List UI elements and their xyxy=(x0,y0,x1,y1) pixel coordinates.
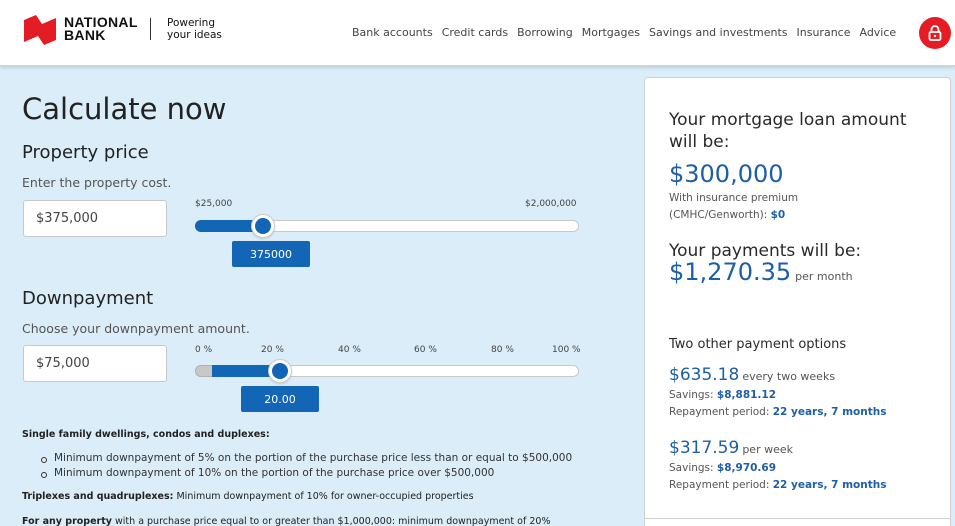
single-family-note: Single family dwellings, condos and dupl… xyxy=(22,429,270,440)
biweekly-period: Repayment period: 22 years, 7 months xyxy=(669,404,886,420)
nav-mortgages[interactable]: Mortgages xyxy=(582,26,640,39)
downpayment-input[interactable] xyxy=(23,345,167,382)
main-nav: Bank accounts Credit cards Borrowing Mor… xyxy=(352,26,905,39)
triplex-note: Triplexes and quadruplexes: Minimum down… xyxy=(22,491,474,502)
loan-amount-title: Your mortgage loan amount will be: xyxy=(669,110,907,152)
nav-advice[interactable]: Advice xyxy=(859,26,896,39)
insurance-premium-line-1: With insurance premium xyxy=(669,192,799,204)
triplex-text: Minimum downpayment of 10% for owner-occ… xyxy=(176,491,474,502)
biweekly-savings-value: $8,881.12 xyxy=(716,389,777,401)
downpayment-tick-0: 0 % xyxy=(195,345,213,355)
any-property-text: with a purchase price equal to or greate… xyxy=(115,516,551,526)
monthly-payment-value: $1,270.35 xyxy=(669,258,792,286)
nav-savings-investments[interactable]: Savings and investments xyxy=(649,26,788,39)
tagline-line-2: your ideas xyxy=(167,28,222,41)
downpayment-slider-thumb[interactable] xyxy=(267,359,292,383)
any-property-label: For any property xyxy=(22,516,112,526)
nav-borrowing[interactable]: Borrowing xyxy=(517,26,573,39)
option-weekly: $317.59 per week xyxy=(669,438,793,458)
list-item: Minimum downpayment of 5% on the portion… xyxy=(40,452,572,464)
downpayment-tick-100: 100 % xyxy=(552,345,581,355)
weekly-amount: $317.59 xyxy=(669,438,740,458)
tagline: Powering your ideas xyxy=(167,17,222,41)
weekly-period-label: Repayment period: xyxy=(669,479,770,491)
tagline-line-1: Powering xyxy=(167,17,215,29)
national-bank-logo-icon[interactable] xyxy=(22,14,58,46)
panel-divider xyxy=(644,518,951,519)
downpayment-tick-40: 40 % xyxy=(338,345,361,355)
property-max-label: $2,000,000 xyxy=(525,199,577,209)
biweekly-unit: every two weeks xyxy=(742,370,836,383)
property-price-hint: Enter the property cost. xyxy=(22,175,172,190)
downpayment-slider-value: 20.00 xyxy=(241,386,319,412)
property-slider-thumb[interactable] xyxy=(250,214,275,238)
weekly-unit: per week xyxy=(742,443,793,456)
page-title: Calculate now xyxy=(22,92,227,126)
monthly-payment-unit: per month xyxy=(795,270,853,283)
downpayment-tick-60: 60 % xyxy=(414,345,437,355)
weekly-savings: Savings: $8,970.69 xyxy=(669,460,776,476)
nav-insurance[interactable]: Insurance xyxy=(797,26,851,39)
logo-divider xyxy=(150,18,151,40)
weekly-savings-value: $8,970.69 xyxy=(716,462,777,474)
downpayment-tick-20: 20 % xyxy=(261,345,284,355)
other-options-title: Two other payment options xyxy=(669,337,847,352)
biweekly-period-value: 22 years, 7 months xyxy=(772,406,887,418)
biweekly-amount: $635.18 xyxy=(669,365,740,385)
downpayment-tick-80: 80 % xyxy=(491,345,514,355)
downpayment-heading: Downpayment xyxy=(22,288,154,309)
site-header: NATIONAL BANK Powering your ideas Bank a… xyxy=(0,0,955,66)
logo-wordmark[interactable]: NATIONAL BANK xyxy=(64,15,138,43)
lock-icon xyxy=(928,25,942,41)
list-item: Minimum downpayment of 10% on the portio… xyxy=(40,467,572,479)
option-biweekly: $635.18 every two weeks xyxy=(669,365,835,385)
insurance-premium-value: $0 xyxy=(770,209,786,221)
logo-line-2: BANK xyxy=(64,27,106,43)
insurance-premium-line-2: (CMHC/Genworth): $0 xyxy=(669,207,785,223)
payment-amount: $1,270.35 per month xyxy=(669,258,853,286)
property-min-label: $25,000 xyxy=(195,199,233,209)
property-price-input[interactable] xyxy=(23,200,167,237)
nav-bank-accounts[interactable]: Bank accounts xyxy=(352,26,433,39)
triplex-label: Triplexes and quadruplexes: xyxy=(22,491,174,502)
weekly-period: Repayment period: 22 years, 7 months xyxy=(669,477,886,493)
biweekly-savings-label: Savings: xyxy=(669,389,714,401)
biweekly-period-label: Repayment period: xyxy=(669,406,770,418)
insurance-premium-label: (CMHC/Genworth): xyxy=(669,209,768,221)
weekly-period-value: 22 years, 7 months xyxy=(772,479,887,491)
downpayment-hint: Choose your downpayment amount. xyxy=(22,321,250,336)
biweekly-savings: Savings: $8,881.12 xyxy=(669,387,776,403)
login-button[interactable] xyxy=(919,17,951,49)
single-family-label: Single family dwellings, condos and dupl… xyxy=(22,429,270,440)
downpayment-rules-list: Minimum downpayment of 5% on the portion… xyxy=(40,452,572,482)
property-slider-value: 375000 xyxy=(232,241,310,267)
loan-amount-value: $300,000 xyxy=(669,160,784,188)
weekly-savings-label: Savings: xyxy=(669,462,714,474)
any-property-note: For any property with a purchase price e… xyxy=(22,516,550,526)
property-price-heading: Property price xyxy=(22,142,149,163)
nav-credit-cards[interactable]: Credit cards xyxy=(442,26,508,39)
